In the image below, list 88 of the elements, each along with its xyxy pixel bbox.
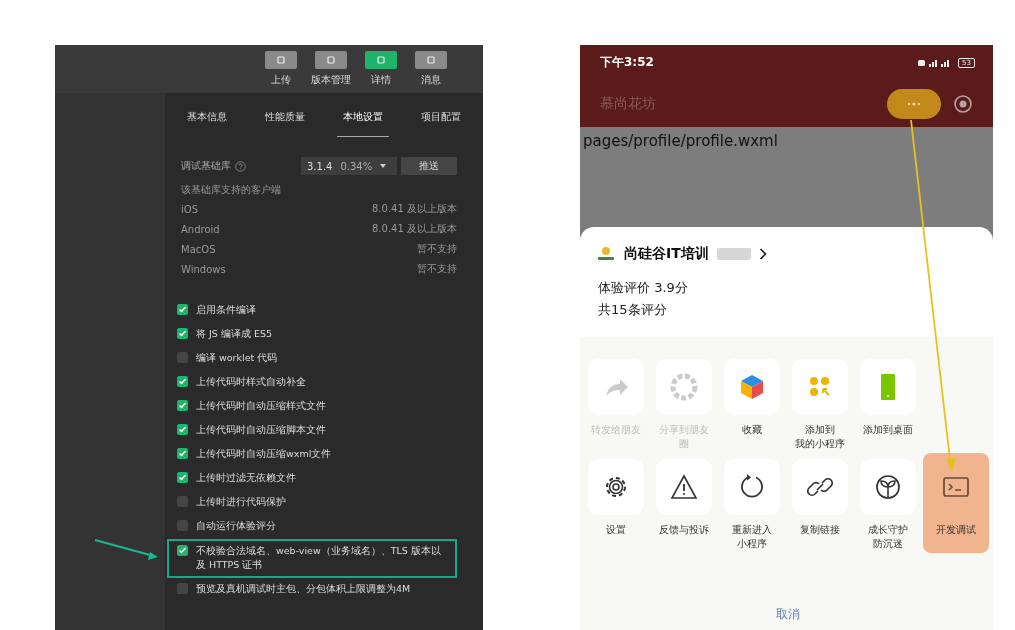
menu-label: 添加到桌面 xyxy=(863,423,913,437)
help-icon xyxy=(235,160,246,172)
chevron-icon[interactable] xyxy=(758,248,767,260)
status-time: 下午3:52 xyxy=(600,54,654,71)
checkbox[interactable] xyxy=(177,520,188,531)
menu-label: 反馈与投诉 xyxy=(659,523,709,537)
toolbar-label: 消息 xyxy=(421,73,441,87)
page-path: pages/profile/profile.wxml xyxy=(583,131,779,150)
checkbox[interactable] xyxy=(177,304,188,315)
app-badge xyxy=(716,248,751,260)
toolbar-icon xyxy=(276,55,286,65)
menu-label: 添加到 xyxy=(805,423,835,437)
tab[interactable]: 基本信息 xyxy=(181,107,233,137)
checkbox[interactable] xyxy=(177,472,188,483)
cancel-button[interactable]: 取消 xyxy=(769,605,806,624)
checkbox[interactable] xyxy=(177,583,188,594)
toolbar-label: 详情 xyxy=(371,73,391,87)
toolbar-icon xyxy=(426,55,436,65)
version-dropdown[interactable]: 3.1.4 0.34% xyxy=(301,157,397,175)
option-label: 启用条件编译 xyxy=(196,303,256,317)
option-label: 上传代码时自动压缩脚本文件 xyxy=(196,423,326,437)
tab[interactable]: 项目配置 xyxy=(415,107,467,137)
option-label: 上传时进行代码保护 xyxy=(196,495,286,509)
toolbar-icon xyxy=(376,55,386,65)
close-icon[interactable] xyxy=(953,93,973,114)
toolbar-label: 上传 xyxy=(271,73,291,87)
rating-text: 体验评价 3.9分 xyxy=(597,279,689,297)
app-name: 尚硅谷IT培训 xyxy=(624,245,709,263)
option-label: 上传代码时自动压缩样式文件 xyxy=(196,399,326,413)
platform-name: iOS xyxy=(181,203,198,215)
menu-label: 开发调试 xyxy=(936,523,976,537)
option-label: 上传代码时自动压缩wxml文件 xyxy=(196,447,332,461)
rating-count: 共15条评分 xyxy=(597,301,668,319)
platform-version: 8.0.41 及以上版本 xyxy=(372,222,457,236)
option-label: 将 JS 编译成 ES5 xyxy=(196,327,272,341)
platform-name: Android xyxy=(181,223,220,235)
menu-label: 设置 xyxy=(606,523,626,537)
menu-tile[interactable] xyxy=(588,459,644,515)
menu-tile[interactable] xyxy=(860,459,916,515)
tab[interactable]: 本地设置 xyxy=(337,107,389,137)
toolbar-label: 版本管理 xyxy=(311,73,351,87)
arrow xyxy=(94,539,158,560)
menu-label: 收藏 xyxy=(742,423,762,437)
caret-icon xyxy=(380,164,387,168)
menu-tile[interactable] xyxy=(792,359,848,415)
option-label: 上传代码时样式自动补全 xyxy=(196,375,306,389)
checkbox[interactable] xyxy=(177,376,188,387)
more-menu-button[interactable] xyxy=(887,88,941,119)
menu-label: 成长守护 xyxy=(868,523,908,537)
menu-label: 小程序 xyxy=(737,537,767,551)
shutter-icon xyxy=(669,372,699,402)
menu-label: 我的小程序 xyxy=(795,437,845,451)
platform-name: MacOS xyxy=(181,243,216,255)
toolbar-icon xyxy=(326,55,336,65)
menu-label: 复制链接 xyxy=(800,523,840,537)
menu-tile[interactable] xyxy=(656,459,712,515)
tab[interactable]: 性能质量 xyxy=(259,107,311,137)
app-logo-icon xyxy=(596,245,616,263)
page-title: 慕尚花坊 xyxy=(600,94,656,113)
platform-version: 8.0.41 及以上版本 xyxy=(372,202,457,216)
platform-name: Windows xyxy=(181,263,226,275)
sprout-icon xyxy=(873,472,903,502)
menu-label: 圈 xyxy=(679,437,689,451)
menu-tile[interactable] xyxy=(860,359,916,415)
platform-version: 暂不支持 xyxy=(417,262,457,276)
menu-tile[interactable] xyxy=(792,459,848,515)
option-label: 编译 worklet 代码 xyxy=(196,351,278,365)
checkbox[interactable] xyxy=(177,352,188,363)
menu-tile[interactable] xyxy=(724,359,780,415)
warning-icon xyxy=(669,472,699,502)
menu-label: 防沉迷 xyxy=(873,537,903,551)
menu-tile[interactable] xyxy=(724,459,780,515)
support-note: 该基础库支持的客户端 xyxy=(181,183,282,197)
checkbox[interactable] xyxy=(177,496,188,507)
platform-version: 暂不支持 xyxy=(417,242,457,256)
checkbox[interactable] xyxy=(177,545,188,556)
option-label: 自动运行体验评分 xyxy=(196,519,276,533)
checkbox[interactable] xyxy=(177,424,188,435)
option-label: 预览及真机调试时主包、分包体积上限调整为4M xyxy=(196,582,411,596)
setting-label: 调试基础库 xyxy=(181,159,231,173)
option-label: 不校验合法域名、web-view（业务域名）、TLS 版本以及 HTTPS 证书 xyxy=(196,544,442,572)
checkbox[interactable] xyxy=(177,448,188,459)
menu-label: 重新进入 xyxy=(732,523,772,537)
option-label: 上传时过滤无依赖文件 xyxy=(196,471,296,485)
checkbox[interactable] xyxy=(177,328,188,339)
checkbox[interactable] xyxy=(177,400,188,411)
push-button[interactable]: 推送 xyxy=(401,157,457,175)
more-icon xyxy=(907,101,921,106)
